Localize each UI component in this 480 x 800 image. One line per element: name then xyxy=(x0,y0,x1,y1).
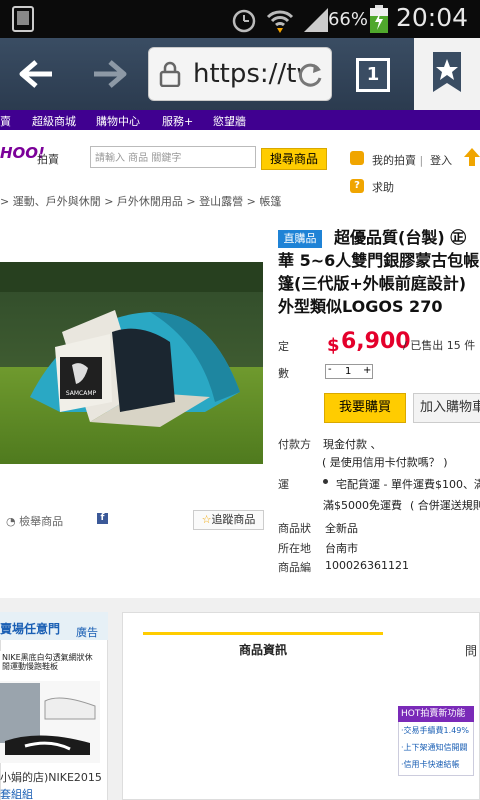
logo-subtitle: 拍賣 xyxy=(37,153,59,166)
qty-minus-button[interactable]: - xyxy=(328,364,332,375)
site-nav: 賣 超級商城 購物中心 服務+ 慾望牆 xyxy=(0,110,480,130)
shipping-rules-link[interactable]: ( 合併運送規則 xyxy=(410,497,480,513)
ad-image[interactable]: NIKE黑底白勾透氣網狀休閒運動慢跑鞋板 xyxy=(0,651,100,763)
nav-item-shopping-center[interactable]: 購物中心 xyxy=(96,113,140,129)
payment-label: 付款方 xyxy=(278,438,311,451)
url-bar[interactable]: https://tw xyxy=(148,47,332,101)
search-button[interactable]: 搜尋商品 xyxy=(261,148,327,170)
qty-value[interactable]: 1 xyxy=(345,366,351,377)
ad-caption-link[interactable]: 套組組 xyxy=(0,786,33,800)
qty-plus-button[interactable]: + xyxy=(363,365,371,376)
battery-icon xyxy=(370,5,388,33)
item-id-label: 商品編 xyxy=(278,561,311,574)
shipping-free: 滿$5000免運費 xyxy=(323,499,402,512)
my-auction-link[interactable]: 我的拍賣 | xyxy=(372,152,423,168)
tab-questions[interactable]: 問 xyxy=(465,642,477,659)
search-input[interactable]: 請輸入 商品 關鍵字 xyxy=(90,146,256,168)
facebook-icon[interactable]: f xyxy=(97,513,108,524)
report-item-link[interactable]: ◔ 檢舉商品 xyxy=(6,513,63,529)
status-bar: 66% 20:04 xyxy=(0,0,480,38)
bookmark-star-icon xyxy=(433,52,461,92)
location-value: 台南市 xyxy=(325,542,358,555)
payment-cod-link[interactable]: 現金付款 、 xyxy=(323,436,382,452)
back-arrow-icon[interactable] xyxy=(18,58,54,90)
hot-features-title: HOT拍賣新功能 xyxy=(398,706,474,722)
shipping-label: 運 xyxy=(278,478,289,491)
track-item-button[interactable]: ☆追蹤商品 xyxy=(193,510,264,530)
header-separator: | xyxy=(419,154,424,167)
tab-product-info[interactable]: 商品資訊 xyxy=(143,635,383,665)
hot-feature-item[interactable]: ·上下架通知信開闢 xyxy=(401,742,473,753)
price-currency: $ xyxy=(327,335,340,356)
help-icon: ? xyxy=(350,179,364,193)
location-label: 所在地 xyxy=(278,542,311,555)
ad-image-text: NIKE黑底白勾透氣網狀休閒運動慢跑鞋板 xyxy=(2,653,93,671)
add-to-cart-button[interactable]: 加入購物車 xyxy=(413,393,480,423)
reload-icon[interactable] xyxy=(295,60,325,90)
buy-button[interactable]: 我要購買 xyxy=(324,393,406,423)
ad-tag: 廣告 xyxy=(76,626,98,639)
battery-percent: 66% xyxy=(327,9,368,30)
login-link[interactable]: 登入 xyxy=(430,152,452,168)
hot-feature-item[interactable]: ·信用卡快速結帳 xyxy=(401,759,473,770)
nav-item-wishwall[interactable]: 慾望牆 xyxy=(213,113,246,129)
quantity-label: 數 xyxy=(278,367,289,380)
condition-value: 全新品 xyxy=(325,522,358,535)
lock-icon xyxy=(159,61,181,87)
ad-caption[interactable]: 小娟的店)NIKE2015 xyxy=(0,769,102,785)
breadcrumb[interactable]: > 運動、戶外與休閒 > 戶外休閒用品 > 登山露營 > 帳篷 xyxy=(0,193,281,209)
price-label: 定 xyxy=(278,340,289,353)
help-link[interactable]: 求助 xyxy=(372,179,394,195)
bookmark-button[interactable] xyxy=(414,38,480,110)
quantity-stepper[interactable]: - 1 + xyxy=(325,364,373,379)
shipping-bullet xyxy=(323,479,328,484)
my-auction-label: 我的拍賣 xyxy=(372,154,416,167)
status-clock: 20:04 xyxy=(395,3,468,32)
item-id-value: 100026361121 xyxy=(325,559,409,572)
tent-image: SAMCAMP xyxy=(0,262,263,464)
product-title: 超優品質(台製) ㊣ 華 5~6人雙門銀膠蒙古包帳篷(三代版+外帳前庭設計)外型… xyxy=(278,228,480,316)
hot-feature-item[interactable]: ·交易手續費1.49% xyxy=(401,725,473,736)
user-icon xyxy=(350,151,364,165)
nav-item-services[interactable]: 服務+ xyxy=(162,113,193,129)
condition-label: 商品狀 xyxy=(278,522,311,535)
nav-item-buy[interactable]: 賣 xyxy=(0,113,11,129)
report-label: 檢舉商品 xyxy=(19,515,64,528)
screenshot-icon xyxy=(12,6,34,32)
nav-item-mall[interactable]: 超級商城 xyxy=(32,113,76,129)
forward-arrow-icon[interactable] xyxy=(92,58,128,90)
star-icon: ☆ xyxy=(201,513,212,526)
signal-icon xyxy=(304,8,328,32)
photo-brand-text: SAMCAMP xyxy=(66,390,97,397)
sold-count: / 已售出 15 件 xyxy=(403,339,476,352)
track-label: 追蹤商品 xyxy=(211,513,256,526)
product-photo[interactable]: SAMCAMP xyxy=(0,262,263,464)
url-text[interactable]: https://tw xyxy=(193,59,301,89)
shipping-text: 宅配貨運 - 單件運費$100、滿 xyxy=(336,478,480,491)
arrow-up-icon xyxy=(464,148,480,166)
price-value: 6,900 xyxy=(341,329,411,354)
shoe-ad-image: NIKE黑底白勾透氣網狀休閒運動慢跑鞋板 xyxy=(0,651,100,763)
ad-title[interactable]: 賣場任意門 xyxy=(0,620,60,637)
wifi-icon xyxy=(266,10,294,33)
payment-card-link[interactable]: ( 是使用信用卡付款嗎？ ) xyxy=(322,454,448,470)
browser-toolbar: https://tw 1 xyxy=(0,38,480,110)
alarm-icon xyxy=(232,9,256,33)
tabs-button[interactable]: 1 xyxy=(356,58,390,92)
